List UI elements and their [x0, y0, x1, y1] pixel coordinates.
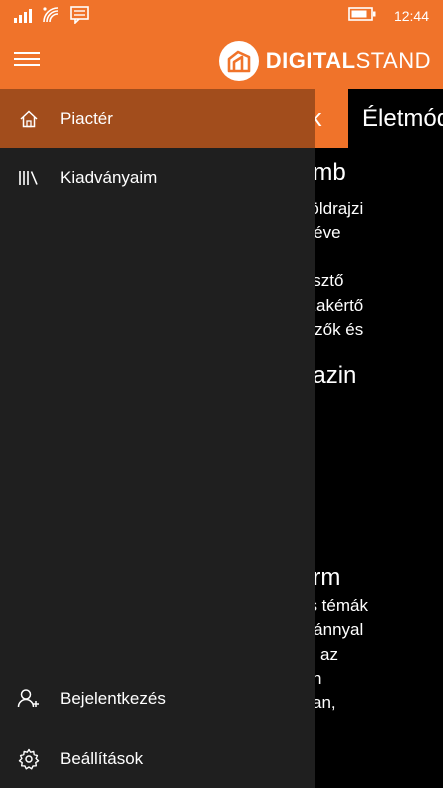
digitalstand-logo: DIGITALSTAND: [218, 40, 431, 82]
nav-label: Beállítások: [60, 748, 144, 768]
navigation-drawer: Piactér Kiadványaim Bejelentkezés Beállí…: [0, 89, 315, 788]
home-icon: [17, 107, 41, 131]
nav-item-beallitasok[interactable]: Beállítások: [0, 729, 315, 788]
nav-label: Bejelentkezés: [60, 688, 166, 708]
add-user-icon: [17, 687, 41, 711]
gear-icon: [17, 747, 41, 771]
battery-icon: [348, 6, 376, 26]
signal-icon: [14, 7, 34, 28]
hamburger-menu-button[interactable]: [14, 48, 44, 72]
library-icon: [17, 166, 41, 190]
status-icons-right: 12:44: [348, 6, 429, 26]
app-header: DIGITALSTAND: [0, 32, 443, 89]
hamburger-icon: [14, 52, 40, 54]
wifi-icon: [42, 6, 62, 29]
nav-item-piacter[interactable]: Piactér: [0, 89, 315, 148]
status-time: 12:44: [393, 8, 429, 24]
content-text: az: [320, 645, 338, 664]
nav-label: Piactér: [60, 108, 113, 128]
logo-text: DIGITALSTAND: [265, 48, 431, 73]
tab-eletmod[interactable]: Életmód: [362, 89, 443, 148]
logo-mark-icon: [218, 41, 259, 81]
message-icon: [70, 6, 90, 29]
nav-label: Kiadványaim: [60, 167, 158, 187]
content-text: an,: [312, 693, 336, 712]
nav-item-kiadvanyaim[interactable]: Kiadványaim: [0, 148, 315, 207]
nav-item-bejelentkezes[interactable]: Bejelentkezés: [0, 669, 315, 728]
status-bar: 12:44: [0, 0, 443, 32]
status-icons-left: [14, 6, 90, 29]
